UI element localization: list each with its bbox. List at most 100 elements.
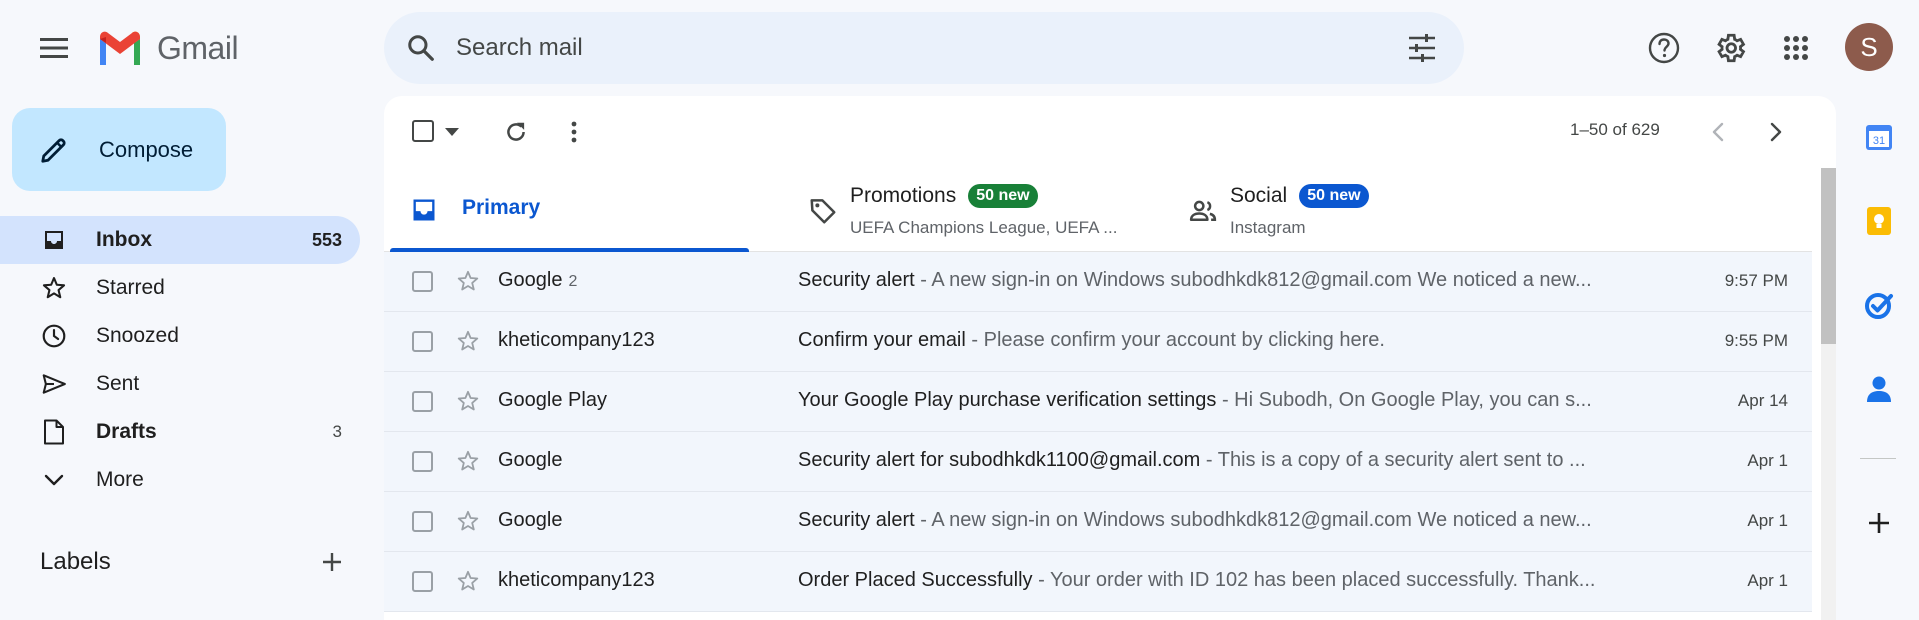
sidebar-item-drafts[interactable]: Drafts 3 bbox=[0, 408, 360, 456]
email-row[interactable]: kheticompany123 Order Placed Successfull… bbox=[384, 552, 1812, 612]
sidebar-item-sent[interactable]: Sent bbox=[0, 360, 360, 408]
sidebar-item-label: Snoozed bbox=[96, 324, 179, 347]
gmail-m-icon bbox=[100, 31, 140, 65]
select-all-checkbox[interactable] bbox=[412, 120, 434, 142]
people-icon bbox=[1189, 200, 1217, 221]
sender-name: Google Play bbox=[498, 389, 607, 411]
email-date: 9:57 PM bbox=[1724, 271, 1788, 290]
star-toggle[interactable] bbox=[454, 567, 482, 595]
star-icon bbox=[457, 570, 479, 591]
email-list: Google 2 Security alert - A new sign-in o… bbox=[384, 252, 1812, 612]
tab-promotions[interactable]: Promotions 50 new UEFA Champions League,… bbox=[784, 168, 1144, 252]
sidebar-item-snoozed[interactable]: Snoozed bbox=[0, 312, 360, 360]
email-preview: Order Placed Successfully - Your order w… bbox=[798, 569, 1596, 591]
get-addons-button[interactable] bbox=[1862, 506, 1896, 540]
row-checkbox[interactable] bbox=[412, 391, 433, 412]
sidebar-item-label: Inbox bbox=[96, 228, 152, 251]
mail-toolbar: 1–50 of 629 bbox=[384, 96, 1836, 168]
email-sender: Google bbox=[498, 509, 569, 532]
sidebar-item-label: Drafts bbox=[96, 420, 157, 443]
refresh-icon bbox=[507, 122, 525, 141]
sender-name: Google bbox=[498, 449, 563, 471]
tab-primary[interactable]: Primary bbox=[384, 168, 749, 252]
search-icon bbox=[408, 35, 434, 61]
gmail-logo[interactable]: Gmail bbox=[97, 28, 239, 68]
contacts-app-button[interactable] bbox=[1862, 372, 1896, 406]
star-toggle[interactable] bbox=[454, 327, 482, 355]
email-snippet: A new sign-in on Windows subodhkdk812@gm… bbox=[931, 269, 1592, 291]
email-row[interactable]: Google Play Your Google Play purchase ve… bbox=[384, 372, 1812, 432]
email-row[interactable]: Google Security alert for subodhkdk1100@… bbox=[384, 432, 1812, 492]
clock-icon bbox=[40, 322, 68, 350]
sidebar-item-more[interactable]: More bbox=[0, 456, 360, 504]
calendar-app-button[interactable]: 31 bbox=[1862, 120, 1896, 154]
email-row[interactable]: Google 2 Security alert - A new sign-in o… bbox=[384, 252, 1812, 312]
sender-name: Google bbox=[498, 509, 563, 531]
email-row[interactable]: kheticompany123 Confirm your email - Ple… bbox=[384, 312, 1812, 372]
contacts-icon bbox=[1867, 376, 1891, 402]
search-bar[interactable]: Search mail bbox=[384, 12, 1464, 84]
email-preview: Security alert - A new sign-in on Window… bbox=[798, 509, 1592, 531]
settings-button[interactable] bbox=[1709, 27, 1751, 69]
star-toggle[interactable] bbox=[454, 507, 482, 535]
sidebar-item-starred[interactable]: Starred bbox=[0, 264, 360, 312]
tab-social[interactable]: Social 50 new Instagram bbox=[1164, 168, 1524, 252]
more-options-button[interactable] bbox=[556, 114, 592, 150]
new-count-badge: 50 new bbox=[968, 184, 1038, 208]
star-toggle[interactable] bbox=[454, 267, 482, 295]
tasks-app-button[interactable] bbox=[1862, 288, 1896, 322]
draft-count: 3 bbox=[332, 422, 342, 441]
email-sender: Google 2 bbox=[498, 269, 577, 292]
scrollbar-thumb[interactable] bbox=[1821, 168, 1836, 344]
select-options-dropdown[interactable] bbox=[440, 120, 464, 144]
row-checkbox[interactable] bbox=[412, 571, 433, 592]
email-snippet: Please confirm your account by clicking … bbox=[983, 329, 1385, 351]
email-date: 9:55 PM bbox=[1724, 331, 1788, 350]
sender-name: Google bbox=[498, 269, 563, 291]
tab-senders-preview: UEFA Champions League, UEFA ... bbox=[850, 218, 1118, 237]
keep-app-button[interactable] bbox=[1862, 204, 1896, 238]
inbox-icon bbox=[40, 226, 68, 254]
search-button[interactable] bbox=[404, 31, 438, 65]
email-subject: Confirm your email bbox=[798, 329, 966, 351]
email-preview: Security alert for subodhkdk1100@gmail.c… bbox=[798, 449, 1586, 471]
row-checkbox[interactable] bbox=[412, 331, 433, 352]
tab-label: Promotions bbox=[850, 184, 957, 207]
row-checkbox[interactable] bbox=[412, 271, 433, 292]
email-subject: Security alert bbox=[798, 269, 915, 291]
email-row[interactable]: Google Security alert - A new sign-in on… bbox=[384, 492, 1812, 552]
email-snippet: This is a copy of a security alert sent … bbox=[1217, 449, 1586, 471]
search-options-button[interactable] bbox=[1402, 28, 1442, 68]
create-label-button[interactable] bbox=[314, 544, 350, 580]
sender-name: kheticompany123 bbox=[498, 569, 655, 591]
calendar-day: 31 bbox=[1873, 135, 1885, 147]
top-bar: Gmail Search mail S bbox=[0, 0, 1919, 96]
refresh-button[interactable] bbox=[498, 114, 534, 150]
tab-title-row: Social 50 new bbox=[1230, 184, 1369, 208]
compose-button[interactable]: Compose bbox=[12, 108, 226, 191]
newer-page-button[interactable] bbox=[1700, 114, 1736, 150]
email-snippet: Hi Subodh, On Google Play, you can s... bbox=[1234, 389, 1592, 411]
account-avatar[interactable]: S bbox=[1845, 23, 1893, 71]
labels-header: Labels bbox=[40, 544, 350, 580]
unread-count: 553 bbox=[311, 229, 342, 250]
row-checkbox[interactable] bbox=[412, 451, 433, 472]
help-icon bbox=[1648, 32, 1680, 64]
star-toggle[interactable] bbox=[454, 447, 482, 475]
sidebar-item-inbox[interactable]: Inbox 553 bbox=[0, 216, 360, 264]
search-input[interactable]: Search mail bbox=[456, 34, 1402, 62]
main-menu-button[interactable] bbox=[30, 28, 78, 68]
send-icon bbox=[40, 370, 68, 398]
email-sender: kheticompany123 bbox=[498, 569, 661, 592]
email-preview: Security alert - A new sign-in on Window… bbox=[798, 269, 1592, 291]
email-sender: Google Play bbox=[498, 389, 613, 412]
older-page-button[interactable] bbox=[1758, 114, 1794, 150]
apps-grid-icon bbox=[1784, 36, 1808, 60]
row-checkbox[interactable] bbox=[412, 511, 433, 532]
google-apps-button[interactable] bbox=[1775, 27, 1817, 69]
star-toggle[interactable] bbox=[454, 387, 482, 415]
support-button[interactable] bbox=[1643, 27, 1685, 69]
email-date: Apr 1 bbox=[1747, 571, 1788, 590]
email-date: Apr 1 bbox=[1747, 451, 1788, 470]
plus-icon bbox=[1869, 513, 1889, 533]
